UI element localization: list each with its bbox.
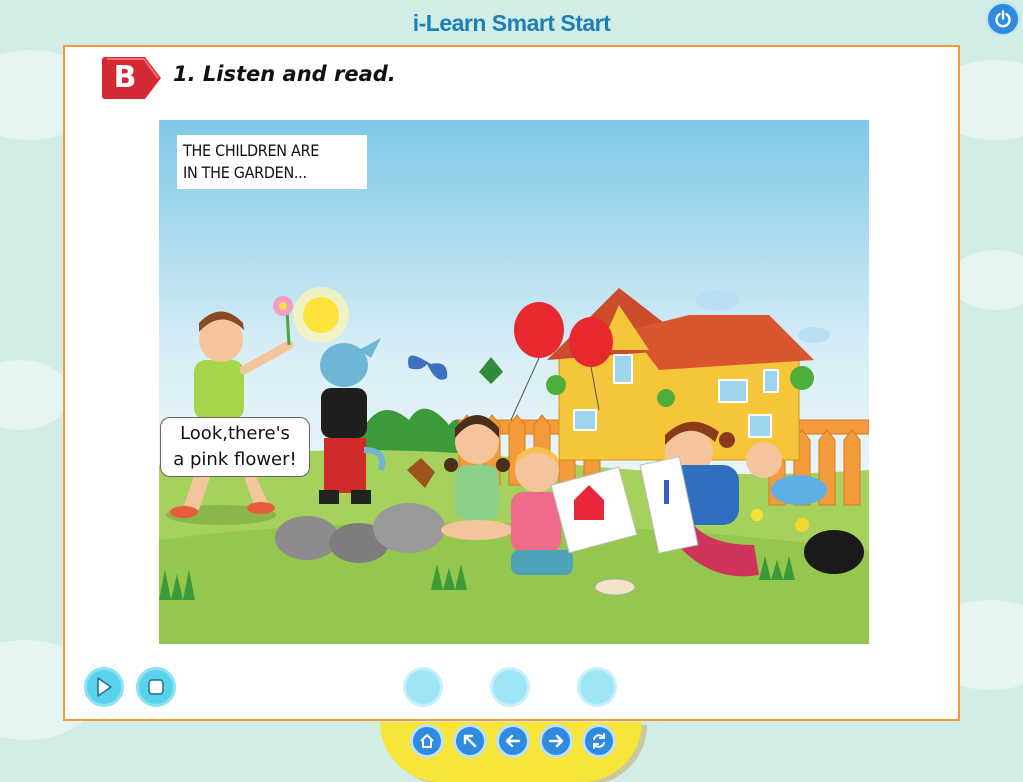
- lesson-panel: B 1. Listen and read. THE CHILDREN ARE I…: [63, 45, 960, 721]
- previous-icon: [505, 734, 521, 748]
- home-button[interactable]: [410, 724, 444, 758]
- page-dot-1[interactable]: [403, 667, 443, 707]
- caption-line: THE CHILDREN ARE: [183, 141, 320, 160]
- speech-line: Look,there's: [180, 423, 290, 444]
- story-caption: THE CHILDREN ARE IN THE GARDEN...: [177, 135, 367, 189]
- next-button[interactable]: [539, 724, 573, 758]
- replay-icon: [593, 733, 605, 749]
- exercise-instruction: 1. Listen and read.: [173, 62, 396, 86]
- background-cloud: [950, 250, 1023, 310]
- background-cloud: [0, 360, 70, 430]
- stop-icon: [148, 679, 164, 695]
- home-icon: [420, 734, 434, 748]
- back-arrow-icon: [463, 734, 477, 748]
- replay-button[interactable]: [582, 724, 616, 758]
- play-icon: [97, 677, 112, 697]
- app-title: i-Learn Smart Start: [412, 10, 611, 36]
- section-letter: B: [113, 60, 137, 95]
- page-dot-2[interactable]: [490, 667, 530, 707]
- caption-line: IN THE GARDEN...: [183, 163, 307, 182]
- stop-button[interactable]: [136, 667, 176, 707]
- previous-button[interactable]: [496, 724, 530, 758]
- power-button[interactable]: [986, 2, 1020, 36]
- back-button[interactable]: [453, 724, 487, 758]
- speech-line: a pink flower!: [173, 449, 297, 470]
- power-icon: [995, 10, 1011, 28]
- play-button[interactable]: [84, 667, 124, 707]
- garden-scene: [159, 120, 869, 644]
- speech-bubble: Look,there's a pink flower!: [160, 417, 310, 477]
- next-icon: [548, 734, 564, 748]
- story-illustration: THE CHILDREN ARE IN THE GARDEN... Look,t…: [159, 120, 869, 644]
- page-dot-3[interactable]: [577, 667, 617, 707]
